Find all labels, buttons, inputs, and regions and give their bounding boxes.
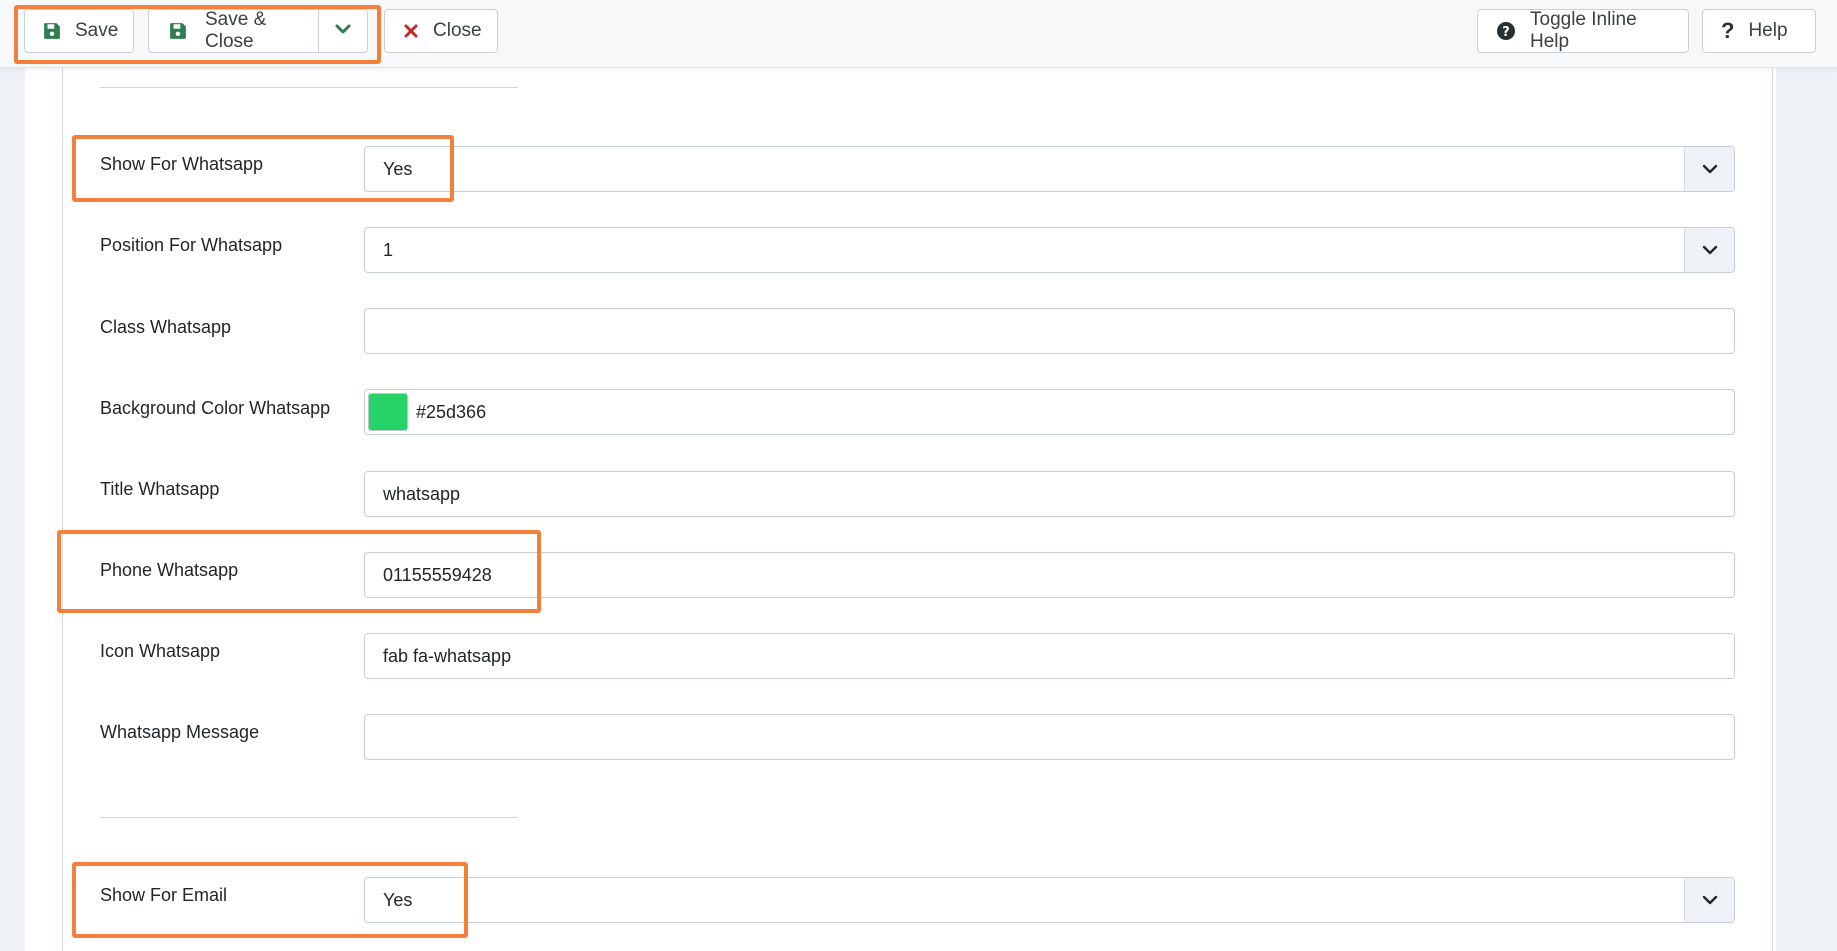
chevron-down-icon <box>1684 228 1734 272</box>
save-close-label: Save & Close <box>205 9 267 52</box>
toggle-inline-help-button[interactable]: ? Toggle Inline Help <box>1477 9 1689 53</box>
show-email-select[interactable]: Yes <box>364 877 1735 923</box>
position-whatsapp-label: Position For Whatsapp <box>100 235 283 255</box>
icon-whatsapp-value: fab fa-whatsapp <box>383 645 512 666</box>
floppy-disk-icon <box>169 22 187 40</box>
floppy-disk-icon <box>43 22 61 40</box>
save-options-dropdown-button[interactable] <box>319 10 367 52</box>
help-button[interactable]: ? Help <box>1702 9 1816 53</box>
close-button-label: Close <box>433 20 482 41</box>
question-mark-icon: ? <box>1721 18 1735 43</box>
whatsapp-message-input[interactable] <box>364 714 1735 760</box>
chevron-down-icon <box>1684 878 1734 922</box>
question-circle-icon: ? <box>1496 21 1516 41</box>
title-whatsapp-input[interactable]: whatsapp <box>364 471 1735 517</box>
title-whatsapp-label: Title Whatsapp <box>100 479 220 499</box>
save-button-label: Save <box>75 20 119 41</box>
icon-whatsapp-label: Icon Whatsapp <box>100 641 221 661</box>
class-whatsapp-label: Class Whatsapp <box>100 317 232 337</box>
section-divider <box>100 87 518 88</box>
svg-text:?: ? <box>1502 25 1510 40</box>
chevron-down-icon <box>334 20 352 42</box>
bg-color-whatsapp-input[interactable]: #25d366 <box>364 389 1735 435</box>
save-close-button[interactable]: Save & Close <box>149 9 319 52</box>
show-whatsapp-select[interactable]: Yes <box>364 146 1735 192</box>
color-swatch[interactable] <box>368 393 408 431</box>
save-close-group: Save & Close <box>148 9 368 53</box>
close-icon <box>403 23 419 39</box>
show-whatsapp-label: Show For Whatsapp <box>100 154 264 174</box>
help-button-label: Help <box>1748 20 1788 41</box>
toolbar: Save Save & Close Close ? Toggle Inline … <box>0 0 1837 68</box>
chevron-down-icon <box>1684 147 1734 191</box>
phone-whatsapp-label: Phone Whatsapp <box>100 560 239 580</box>
position-whatsapp-value: 1 <box>383 239 394 260</box>
bg-color-whatsapp-label: Background Color Whatsapp <box>100 398 331 418</box>
close-button[interactable]: Close <box>384 9 498 53</box>
whatsapp-message-label: Whatsapp Message <box>100 722 260 742</box>
phone-whatsapp-value: 01155559428 <box>383 564 492 585</box>
section-divider <box>100 817 518 818</box>
show-whatsapp-value: Yes <box>383 158 413 179</box>
title-whatsapp-value: whatsapp <box>383 483 461 504</box>
save-button[interactable]: Save <box>24 9 134 53</box>
class-whatsapp-input[interactable] <box>364 308 1735 354</box>
icon-whatsapp-input[interactable]: fab fa-whatsapp <box>364 633 1735 679</box>
toggle-inline-help-label: Toggle Inline Help <box>1530 9 1637 52</box>
bg-color-whatsapp-value: #25d366 <box>416 401 487 422</box>
position-whatsapp-select[interactable]: 1 <box>364 227 1735 273</box>
phone-whatsapp-input[interactable]: 01155559428 <box>364 552 1735 598</box>
show-email-label: Show For Email <box>100 885 228 905</box>
show-email-value: Yes <box>383 889 413 910</box>
